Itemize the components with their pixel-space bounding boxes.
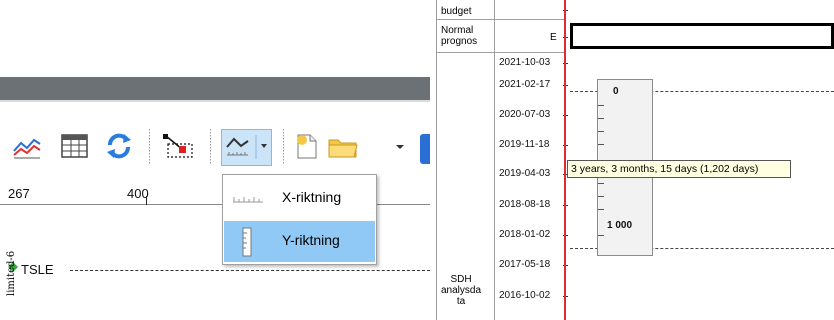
menu-item-label: X-riktning xyxy=(282,189,342,205)
folder-icon[interactable] xyxy=(326,131,360,161)
series-label: TSLE xyxy=(21,262,54,277)
series-dash-line xyxy=(70,270,430,271)
normal-prognos-bar xyxy=(570,23,834,49)
bar-tick xyxy=(598,144,604,145)
date-label: 2018-08-18 xyxy=(499,199,551,210)
current-time-line[interactable] xyxy=(564,0,566,320)
menu-item-label: Y-riktning xyxy=(282,232,340,248)
page-icon[interactable] xyxy=(294,131,320,161)
sdh-row-label: SDH analysda ta xyxy=(441,274,482,307)
date-label: 2018-01-02 xyxy=(499,229,551,240)
budget-row-label: budget xyxy=(441,6,472,17)
ruler-label: 267 xyxy=(8,186,30,201)
toolbar-separator xyxy=(283,129,284,165)
column-divider xyxy=(494,0,495,320)
normal-prognos-value: E xyxy=(550,32,557,43)
trend-chart-icon[interactable] xyxy=(12,131,42,161)
chevron-down-icon[interactable] xyxy=(394,131,406,161)
direction-dropdown-menu: X-riktning Y-riktning xyxy=(222,174,377,265)
bar-value: 0 xyxy=(613,86,619,97)
line-select-icon[interactable] xyxy=(160,131,198,161)
refresh-icon[interactable] xyxy=(104,131,134,161)
rotated-label: limited-6 xyxy=(6,250,17,296)
bar-value: 1 000 xyxy=(607,220,633,231)
date-label: 2017-05-18 xyxy=(499,259,551,270)
date-label: 2021-02-17 xyxy=(499,79,551,90)
y-ruler-icon xyxy=(242,227,252,257)
date-label: 2019-11-18 xyxy=(499,139,550,150)
bar-tick xyxy=(598,183,604,184)
duration-tooltip: 3 years, 3 months, 15 days (1,202 days) xyxy=(567,160,791,178)
bar-tick xyxy=(598,196,604,197)
bar-tick xyxy=(598,209,604,210)
x-ruler-icon xyxy=(233,197,263,203)
menu-item-y-direction[interactable]: Y-riktning xyxy=(224,221,375,262)
row-divider xyxy=(437,19,564,20)
trend-dropdown-icon[interactable] xyxy=(224,131,270,161)
window-title-bar xyxy=(0,77,430,100)
ruler-tick xyxy=(146,196,147,205)
partial-blue-icon[interactable] xyxy=(420,134,430,164)
date-label: 2019-04-03 xyxy=(499,168,551,179)
toolbar-separator xyxy=(210,129,211,165)
date-label: 2016-10-02 xyxy=(499,290,551,301)
date-label: 2021-10-03 xyxy=(499,57,551,68)
bar-tick xyxy=(598,235,604,236)
bar-tick xyxy=(598,105,604,106)
toolbar-separator xyxy=(149,129,150,165)
row-divider xyxy=(437,52,564,53)
bar-tick xyxy=(598,131,604,132)
normal-prognos-label: Normal prognos xyxy=(441,25,478,47)
bar-tick xyxy=(598,118,604,119)
date-label: 2020-07-03 xyxy=(499,109,551,120)
table-icon[interactable] xyxy=(60,131,90,161)
menu-item-x-direction[interactable]: X-riktning xyxy=(224,178,375,219)
